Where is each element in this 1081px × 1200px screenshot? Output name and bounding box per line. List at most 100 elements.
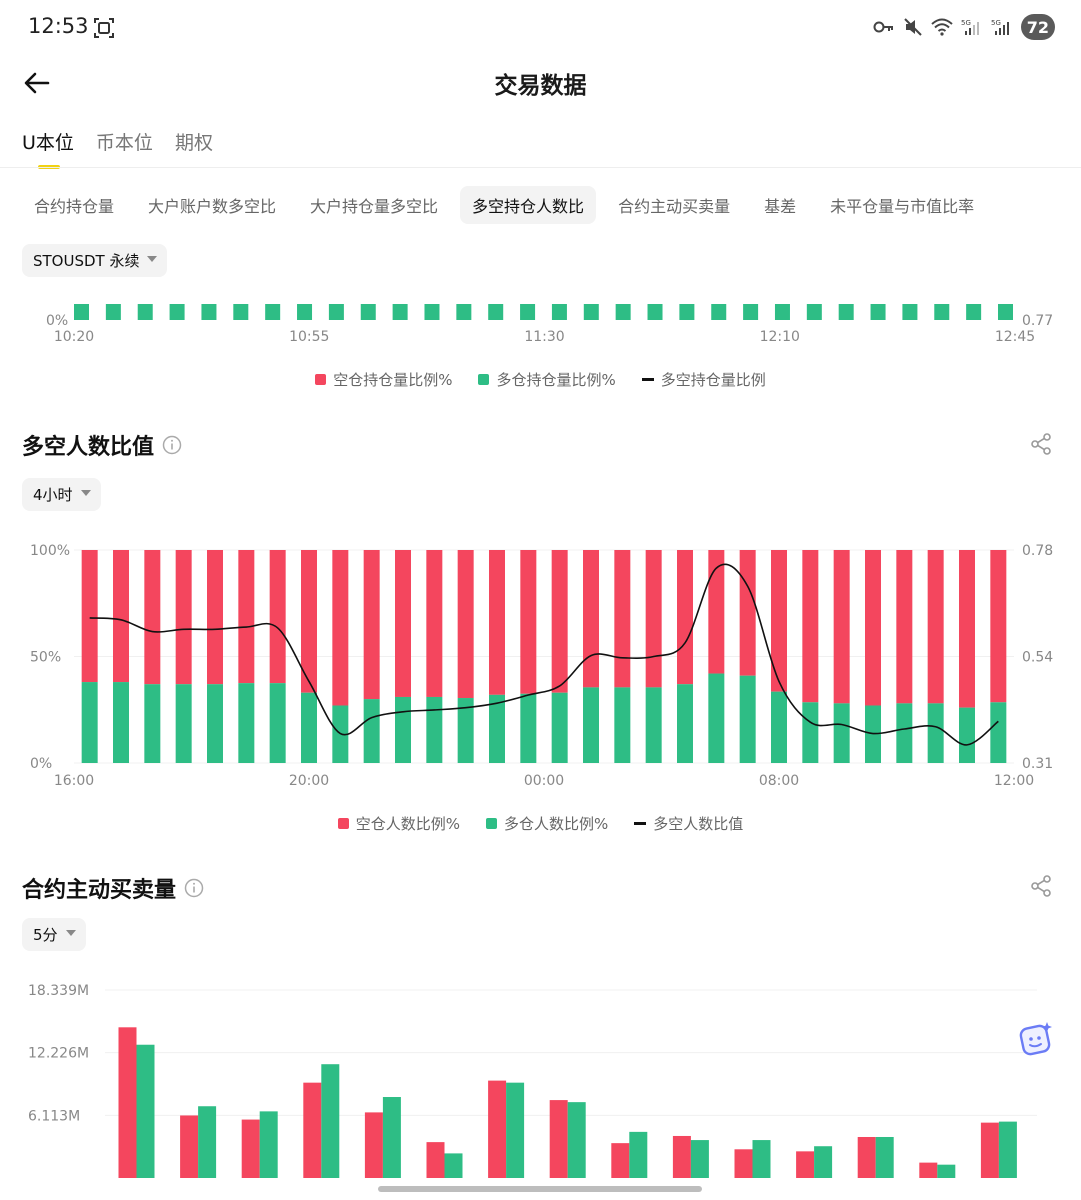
chart2-short-bar: [175, 550, 192, 685]
chart3-buy-bar: [629, 1131, 648, 1178]
chart2-x-tick-label: 00:00: [524, 773, 564, 789]
mute-icon: [904, 18, 922, 36]
interval-selector-account-ratio[interactable]: 4小时: [22, 478, 101, 511]
subtab-top-position-ratio[interactable]: 大户持仓量多空比: [298, 186, 450, 224]
chart2-short-bar: [614, 550, 631, 688]
subtab-open-interest[interactable]: 合约持仓量: [22, 186, 126, 224]
chart1-long-bar: [488, 304, 504, 320]
chart2-short-bar: [771, 550, 787, 692]
chart1-x-tick-label: 12:45: [995, 329, 1035, 345]
chart1-long-bar: [265, 304, 281, 320]
signal-5g-icon: 5G: [961, 19, 979, 35]
caret-down-icon: [80, 490, 91, 496]
chart3-buy-bar: [567, 1102, 586, 1178]
wifi-icon: [931, 18, 953, 36]
info-icon[interactable]: [162, 435, 182, 455]
chart3-buy-bar: [382, 1097, 401, 1178]
chart2-ratio-line: [89, 563, 999, 746]
chart2-long-bar: [708, 673, 725, 763]
chart1-x-tick-label: 12:10: [760, 329, 800, 345]
subtab-basis[interactable]: 基差: [752, 186, 808, 224]
chart2-right-tick-label: 0.31: [1022, 756, 1053, 772]
subtab-taker-buy-sell-volume[interactable]: 合约主动买卖量: [606, 186, 742, 224]
chart1-long-bar: [520, 304, 536, 320]
chart2-long-bar: [739, 675, 756, 763]
chart2-left-tick-label: 100%: [30, 543, 70, 559]
tab-u-margined[interactable]: U本位: [22, 128, 74, 169]
chart2-short-bar: [207, 550, 223, 685]
chart2-short-bar: [896, 550, 913, 704]
share-icon[interactable]: [1029, 432, 1053, 456]
chart2-long-bar: [395, 696, 411, 763]
chart1-long-bar: [297, 304, 313, 320]
chart3-sell-bar: [919, 1162, 938, 1178]
chart2-x-tick-label: 20:00: [289, 773, 329, 789]
assistant-bot-icon[interactable]: [1017, 1020, 1055, 1058]
chart2-long-bar: [301, 692, 317, 763]
chart2-left-tick-label: 50%: [30, 650, 61, 666]
tab-coin-margined[interactable]: 币本位: [96, 128, 153, 169]
key-icon: [873, 21, 893, 33]
account-ratio-chart: 100% 50% 0% 0.78 0.54 0.31 16:00 20:00 00:00 08:0…: [30, 543, 1053, 789]
interval-selector-taker-volume[interactable]: 5分: [22, 918, 86, 951]
section-title-account-ratio: 多空人数比值: [22, 429, 182, 461]
chart3-sell-bar: [488, 1080, 507, 1178]
legend-swatch-short: [337, 818, 349, 829]
chart2-short-bar: [551, 550, 568, 693]
chart2-legend: 空仓人数比例% 多仓人数比例% 多空人数比值: [0, 813, 1081, 834]
chart2-short-bar: [583, 550, 599, 688]
position-ratio-chart: 0% 0.77 10:20 10:55 11:30 12:10 12:45: [46, 304, 1053, 345]
chart2-right-tick-label: 0.78: [1022, 543, 1053, 559]
chart1-long-bar: [679, 304, 695, 320]
tab-options[interactable]: 期权: [175, 128, 213, 169]
symbol-selector[interactable]: STOUSDT 永续: [22, 244, 168, 277]
info-icon[interactable]: [184, 878, 204, 898]
chart1-long-bar: [966, 304, 982, 320]
legend-swatch-ratio: [634, 822, 647, 825]
chart1-long-bar: [360, 304, 376, 320]
chart3-buy-bar: [259, 1111, 278, 1178]
chart2-long-bar: [645, 687, 662, 763]
section-title-taker-volume: 合约主动买卖量: [22, 872, 204, 904]
chart2-long-bar: [990, 702, 1007, 763]
chart1-long-bar: [838, 304, 854, 320]
chart2-x-tick-label: 12:00: [994, 773, 1034, 789]
chart3-sell-bar: [303, 1082, 322, 1178]
legend-swatch-ratio: [641, 378, 654, 381]
legend-swatch-short: [315, 374, 327, 385]
legend-item-account-ratio[interactable]: 多空人数比值: [634, 813, 743, 834]
subtab-top-account-ratio[interactable]: 大户账户数多空比: [136, 186, 288, 224]
chart1-long-bar: [74, 304, 89, 320]
chart1-long-bar: [392, 304, 408, 320]
chart1-x-tick-label: 10:55: [289, 329, 329, 345]
chart2-short-bar: [677, 550, 693, 685]
legend-item-long[interactable]: 多仓持仓量比例%: [478, 369, 616, 390]
chart2-x-tick-label: 08:00: [759, 773, 799, 789]
share-icon[interactable]: [1029, 874, 1053, 898]
legend-swatch-long: [478, 374, 490, 385]
chart2-short-bar: [739, 550, 756, 676]
chart1-legend: 空仓持仓量比例% 多仓持仓量比例% 多空持仓量比例: [0, 369, 1081, 390]
caret-down-icon: [65, 930, 76, 936]
subtab-long-short-account-ratio[interactable]: 多空持仓人数比: [460, 186, 597, 224]
subtab-oi-market-cap-ratio[interactable]: 未平仓量与市值比率: [818, 186, 986, 224]
chart3-sell-bar: [734, 1149, 753, 1178]
legend-item-long-accounts[interactable]: 多仓人数比例%: [485, 813, 608, 834]
chart3-buy-bar: [444, 1153, 463, 1178]
chart2-left-tick-label: 0%: [30, 756, 52, 772]
legend-item-short[interactable]: 空仓持仓量比例%: [315, 369, 452, 390]
battery-indicator: 72: [1020, 14, 1055, 40]
chart2-short-bar: [990, 550, 1007, 703]
chart1-long-bar: [105, 304, 121, 320]
chart3-sell-bar: [611, 1143, 630, 1178]
chart3-sell-bar: [180, 1115, 199, 1178]
chart1-long-bar: [169, 304, 185, 320]
chart2-short-bar: [489, 550, 505, 695]
legend-item-short-accounts[interactable]: 空仓人数比例%: [337, 813, 460, 834]
chart2-long-bar: [959, 707, 975, 763]
legend-item-ratio[interactable]: 多空持仓量比例: [641, 369, 766, 390]
chart3-sell-bar: [364, 1112, 383, 1178]
interval-label: 5分: [33, 926, 58, 944]
chart3-sell-bar: [980, 1122, 999, 1178]
chart1-long-bar: [934, 304, 950, 320]
